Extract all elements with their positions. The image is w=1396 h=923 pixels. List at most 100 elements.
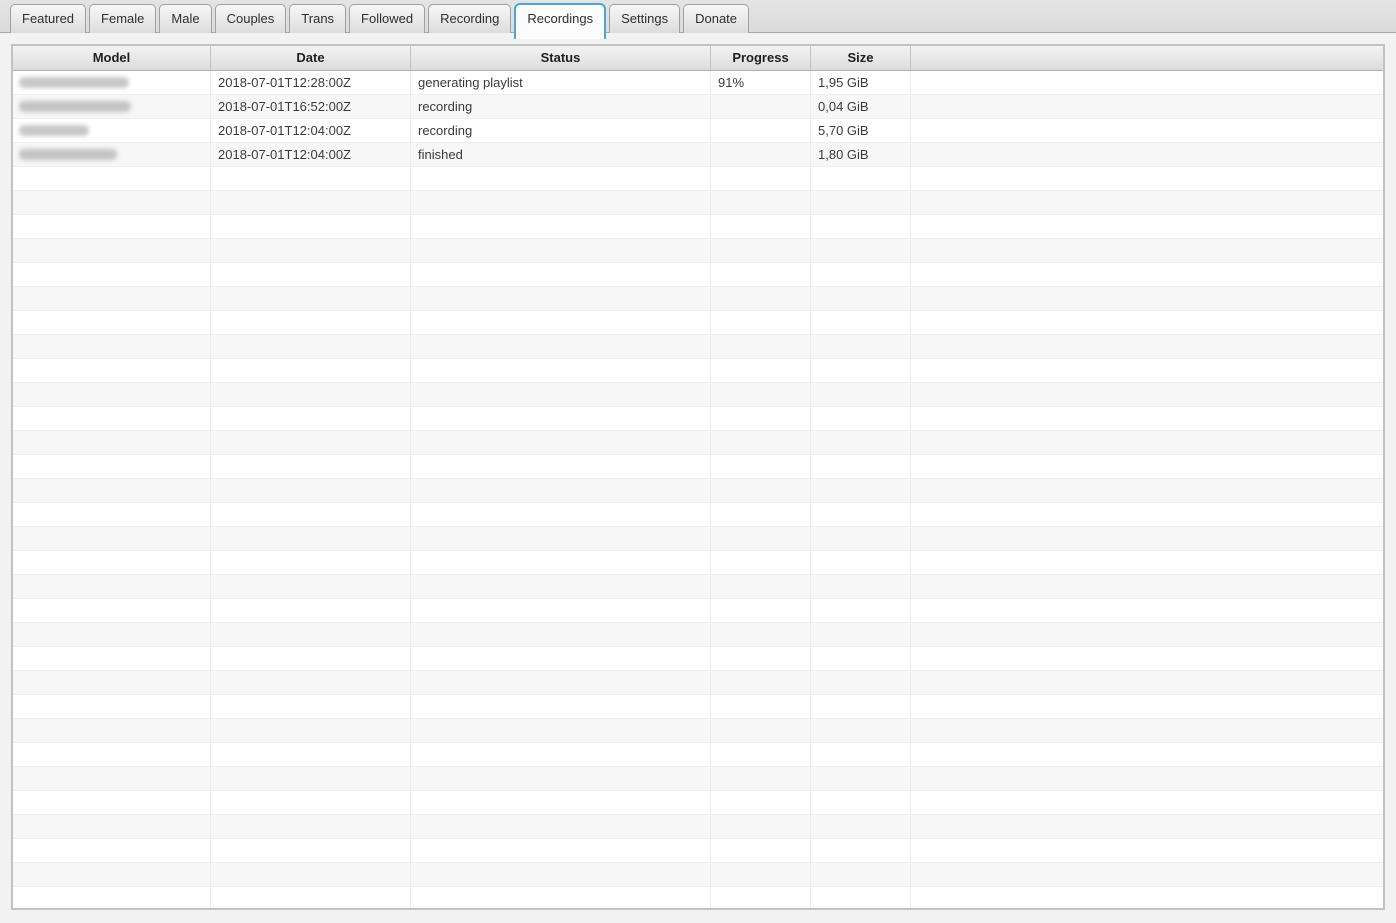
table-row[interactable]: 2018-07-01T12:28:00Zgenerating playlist9… [13,71,1383,95]
cell-model [13,815,211,839]
cell-filler [911,479,1383,503]
cell-progress [711,743,811,767]
cell-date [211,191,411,215]
cell-size [811,479,911,503]
cell-date [211,623,411,647]
cell-model [13,503,211,527]
cell-progress [711,863,811,887]
cell-model [13,95,211,119]
table-row[interactable]: 2018-07-01T12:04:00Zfinished1,80 GiB [13,143,1383,167]
cell-size [811,167,911,191]
cell-status [411,551,711,575]
cell-filler [911,191,1383,215]
cell-progress [711,479,811,503]
cell-progress [711,887,811,910]
cell-date [211,887,411,910]
cell-model [13,623,211,647]
cell-size [811,887,911,910]
cell-filler [911,239,1383,263]
cell-progress [711,671,811,695]
cell-filler [911,335,1383,359]
cell-date [211,311,411,335]
cell-model [13,695,211,719]
cell-size [811,695,911,719]
cell-filler [911,167,1383,191]
cell-date [211,503,411,527]
column-header-size[interactable]: Size [811,46,911,70]
cell-progress [711,143,811,167]
table-row-empty [13,215,1383,239]
table-row-empty [13,191,1383,215]
cell-date [211,791,411,815]
cell-size [811,287,911,311]
cell-status [411,191,711,215]
cell-status [411,647,711,671]
cell-date: 2018-07-01T12:04:00Z [211,119,411,143]
tab-featured[interactable]: Featured [10,4,86,33]
tab-male[interactable]: Male [159,4,211,33]
cell-date [211,215,411,239]
cell-progress [711,407,811,431]
cell-filler [911,599,1383,623]
cell-model [13,287,211,311]
column-header-progress[interactable]: Progress [711,46,811,70]
column-header-model[interactable]: Model [13,46,211,70]
cell-progress [711,431,811,455]
tab-donate[interactable]: Donate [683,4,749,33]
cell-date [211,695,411,719]
cell-date [211,407,411,431]
table-row-empty [13,743,1383,767]
tab-recordings[interactable]: Recordings [514,3,606,39]
cell-status [411,743,711,767]
cell-size [811,407,911,431]
cell-status [411,575,711,599]
tab-recording[interactable]: Recording [428,4,511,33]
cell-status [411,215,711,239]
cell-progress [711,95,811,119]
cell-size [811,455,911,479]
cell-model [13,215,211,239]
tab-followed[interactable]: Followed [349,4,425,33]
cell-progress [711,263,811,287]
cell-progress [711,791,811,815]
cell-model [13,863,211,887]
cell-filler [911,743,1383,767]
cell-filler [911,887,1383,910]
table-row-empty [13,695,1383,719]
cell-size [811,791,911,815]
cell-model [13,359,211,383]
cell-model [13,143,211,167]
recordings-table: ModelDateStatusProgressSize 2018-07-01T1… [11,44,1385,910]
table-row-empty [13,455,1383,479]
cell-status [411,503,711,527]
tab-female[interactable]: Female [89,4,156,33]
column-header-status[interactable]: Status [411,46,711,70]
cell-status [411,887,711,910]
cell-status: recording [411,119,711,143]
cell-status [411,719,711,743]
cell-filler [911,671,1383,695]
cell-status [411,479,711,503]
table-row[interactable]: 2018-07-01T12:04:00Zrecording5,70 GiB [13,119,1383,143]
tab-trans[interactable]: Trans [289,4,346,33]
redacted-model-name [19,125,89,136]
cell-model [13,527,211,551]
cell-model [13,119,211,143]
tab-settings[interactable]: Settings [609,4,680,33]
cell-filler [911,767,1383,791]
cell-date [211,239,411,263]
cell-model [13,191,211,215]
cell-model [13,599,211,623]
table-row[interactable]: 2018-07-01T16:52:00Zrecording0,04 GiB [13,95,1383,119]
redacted-model-name [19,77,129,88]
cell-model [13,671,211,695]
table-row-empty [13,623,1383,647]
cell-status [411,287,711,311]
cell-filler [911,695,1383,719]
cell-model [13,455,211,479]
app-window: { "tabs": [ {"label": "Featured", "activ… [0,0,1396,923]
tab-couples[interactable]: Couples [215,4,287,33]
column-header-date[interactable]: Date [211,46,411,70]
cell-status [411,263,711,287]
table-row-empty [13,887,1383,910]
